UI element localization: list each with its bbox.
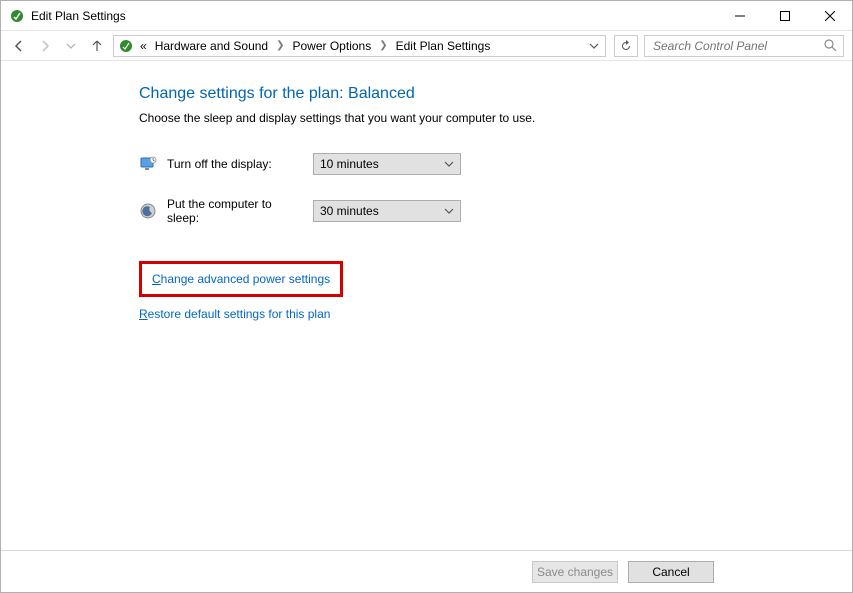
cancel-label: Cancel (652, 565, 689, 579)
up-button[interactable] (87, 36, 107, 56)
sleep-value: 30 minutes (320, 204, 379, 218)
breadcrumb-edit-plan[interactable]: Edit Plan Settings (394, 37, 493, 55)
sleep-row: Put the computer to sleep: 30 minutes (139, 197, 852, 225)
highlighted-link-box: Change advanced power settings (139, 261, 343, 297)
search-icon (824, 39, 837, 52)
page-heading: Change settings for the plan: Balanced (139, 85, 852, 103)
navbar: « Hardware and Sound ❯ Power Options ❯ E… (1, 31, 852, 61)
page-subtext: Choose the sleep and display settings th… (139, 111, 852, 125)
breadcrumb-power[interactable]: Power Options (291, 37, 374, 55)
cancel-button[interactable]: Cancel (628, 561, 714, 583)
sleep-label: Put the computer to sleep: (167, 197, 303, 225)
chevron-down-icon (444, 206, 454, 216)
minimize-button[interactable] (717, 1, 762, 31)
chevron-down-icon (444, 159, 454, 169)
display-off-dropdown[interactable]: 10 minutes (313, 153, 461, 175)
display-off-row: Turn off the display: 10 minutes (139, 153, 852, 175)
close-button[interactable] (807, 1, 852, 31)
app-icon (9, 8, 25, 24)
recent-dropdown[interactable] (61, 36, 81, 56)
titlebar: Edit Plan Settings (1, 1, 852, 31)
button-bar: Save changes Cancel (1, 550, 852, 592)
advanced-settings-link[interactable]: Change advanced power settings (152, 272, 330, 286)
maximize-button[interactable] (762, 1, 807, 31)
sleep-dropdown[interactable]: 30 minutes (313, 200, 461, 222)
restore-defaults-link[interactable]: Restore default settings for this plan (139, 307, 330, 321)
display-off-label: Turn off the display: (167, 157, 303, 171)
display-icon (139, 155, 157, 173)
breadcrumb-prefix: « (138, 37, 149, 55)
chevron-right-icon: ❯ (274, 40, 286, 51)
back-button[interactable] (9, 36, 29, 56)
window-controls (717, 1, 852, 30)
sleep-icon (139, 202, 157, 220)
search-box[interactable] (644, 35, 844, 57)
breadcrumb-hardware[interactable]: Hardware and Sound (153, 37, 270, 55)
content-area: Change settings for the plan: Balanced C… (1, 61, 852, 550)
refresh-button[interactable] (614, 35, 638, 57)
chevron-right-icon: ❯ (377, 40, 389, 51)
save-label: Save changes (537, 565, 613, 579)
address-bar[interactable]: « Hardware and Sound ❯ Power Options ❯ E… (113, 35, 606, 57)
control-panel-icon (118, 38, 134, 54)
address-dropdown-icon[interactable] (587, 41, 601, 51)
display-off-value: 10 minutes (320, 157, 379, 171)
window-title: Edit Plan Settings (31, 9, 126, 23)
save-button: Save changes (532, 561, 618, 583)
search-input[interactable] (651, 38, 824, 54)
forward-button[interactable] (35, 36, 55, 56)
